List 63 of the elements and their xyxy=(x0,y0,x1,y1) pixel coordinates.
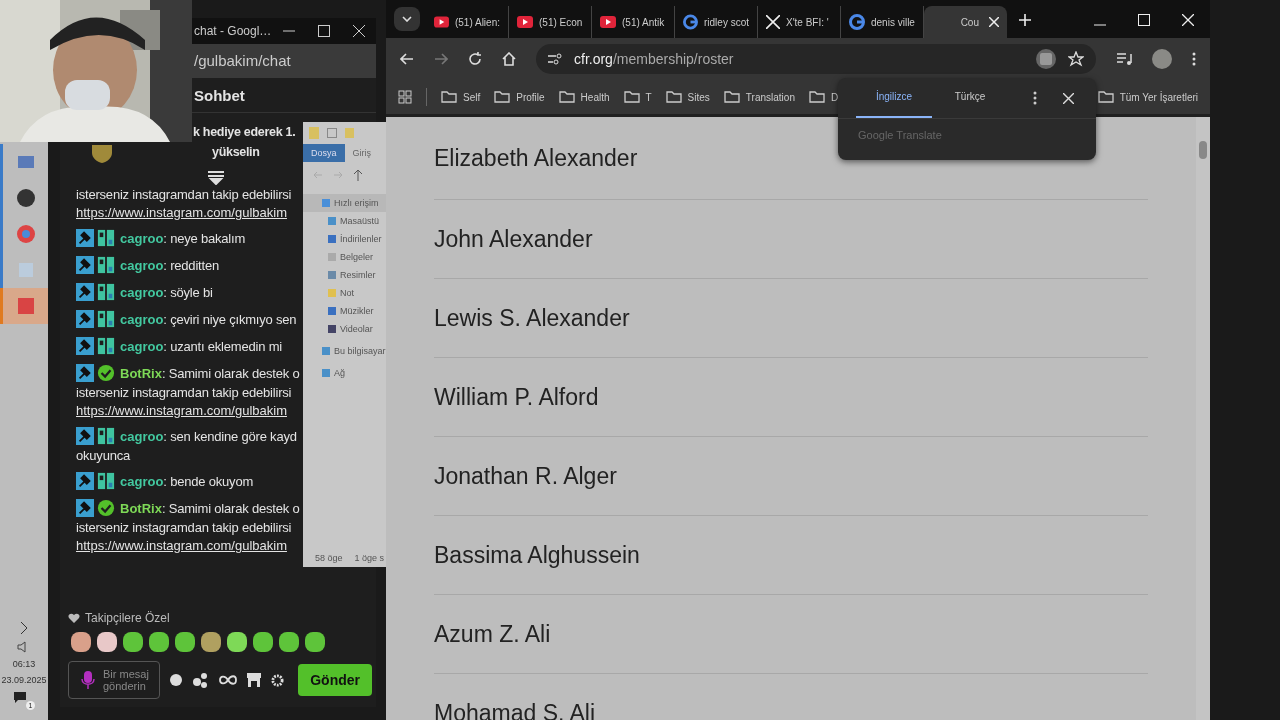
browser-tab[interactable]: Cou xyxy=(924,6,1007,38)
status-text: 58 öge xyxy=(315,553,343,563)
member-name[interactable]: Azum Z. Ali xyxy=(434,620,551,648)
address-bar[interactable]: /gulbakim/chat xyxy=(192,44,376,78)
message-author[interactable]: BotRix xyxy=(120,365,162,381)
message-text: okuyunca xyxy=(76,448,131,463)
member-name[interactable]: Elizabeth Alexander xyxy=(434,144,638,172)
nav-item[interactable]: Belgeler xyxy=(303,248,386,266)
clock-time[interactable]: 06:13 xyxy=(12,659,36,669)
message-text: isterseniz instagramdan takip edebilirsi xyxy=(76,385,292,400)
member-name[interactable]: William P. Alford xyxy=(434,383,599,411)
message-text: : bende okuyom xyxy=(163,473,254,489)
message-author[interactable]: BotRix xyxy=(120,500,162,516)
nav-item[interactable]: Hızlı erişim xyxy=(303,194,386,212)
clock-date[interactable]: 23.09.2025 xyxy=(1,675,47,685)
message-input-field[interactable]: Bir mesaj gönderin xyxy=(68,661,160,699)
bookmark-folder[interactable]: D xyxy=(830,91,839,103)
member-name[interactable]: Lewis S. Alexander xyxy=(434,304,630,332)
address-bar[interactable]: cfr.org/membership/roster xyxy=(536,44,1096,74)
member-name[interactable]: Mohamad S. Ali xyxy=(434,699,596,720)
chat-header: Sohbet xyxy=(194,86,245,104)
send-button[interactable]: Gönder xyxy=(298,664,372,696)
bookmark-folder[interactable]: Health xyxy=(580,91,610,103)
bookmark-folder[interactable]: Translation xyxy=(745,91,795,103)
bookmark-folder[interactable]: Self xyxy=(463,91,481,103)
pinned-text: yükselin xyxy=(212,145,260,159)
message-text: isterseniz instagramdan takip edebilirsi xyxy=(76,520,292,535)
message-text: : sen kendine göre kayd xyxy=(163,428,297,444)
instagram-link[interactable]: https://www.instagram.com/gulbakim xyxy=(76,403,287,418)
ribbon-tab[interactable]: Giriş xyxy=(344,144,379,162)
nav-item[interactable]: Ağ xyxy=(303,364,386,382)
language-tab[interactable]: Türkçe xyxy=(932,78,1008,118)
status-text: 1 öge s xyxy=(354,553,385,563)
bookmark-folder[interactable]: T xyxy=(645,91,652,103)
message-text: : uzantı eklemedin mi xyxy=(163,338,282,354)
nav-item[interactable]: Resimler xyxy=(303,266,386,284)
member-name[interactable]: Jonathan R. Alger xyxy=(434,462,617,490)
bookmark-folder[interactable]: Sites xyxy=(687,91,710,103)
member-name[interactable]: John Alexander xyxy=(434,225,593,253)
all-bookmarks-folder[interactable]: Tüm Yer İşaretleri xyxy=(1119,91,1198,103)
ribbon-tab[interactable]: Dosya xyxy=(303,144,345,162)
nav-item[interactable]: İndirilenler xyxy=(303,230,386,248)
nav-item[interactable]: Masaüstü xyxy=(303,212,386,230)
translate-brand: Google Translate xyxy=(857,128,943,141)
message-text: : neye bakalım xyxy=(163,230,246,246)
message-text: : söyle bi xyxy=(163,284,213,300)
window-title: chat - Googl… xyxy=(194,24,272,38)
nav-item[interactable]: Videolar xyxy=(303,320,386,338)
message-text: : redditten xyxy=(163,257,219,273)
member-name[interactable]: Bassima Alghussein xyxy=(434,541,640,569)
bookmark-folder[interactable]: Profile xyxy=(516,91,545,103)
message-text: isterseniz instagramdan takip edebilirsi xyxy=(76,187,292,202)
nav-item[interactable]: Not xyxy=(303,284,386,302)
message-text: : Samimi olarak destek o xyxy=(161,500,300,516)
nav-item[interactable]: Bu bilgisayar xyxy=(303,342,386,360)
followers-label: Takipçilere Özel xyxy=(85,611,170,625)
message-text: : çeviri niye çıkmıyo sen xyxy=(163,311,297,327)
pinned-text: k hediye ederek 1. xyxy=(193,125,296,139)
instagram-link[interactable]: https://www.instagram.com/gulbakim xyxy=(76,205,287,220)
nav-item[interactable]: Müzikler xyxy=(303,302,386,320)
message-text: : Samimi olarak destek o xyxy=(161,365,300,381)
instagram-link[interactable]: https://www.instagram.com/gulbakim xyxy=(76,538,287,553)
language-tab[interactable]: İngilizce xyxy=(856,78,932,118)
